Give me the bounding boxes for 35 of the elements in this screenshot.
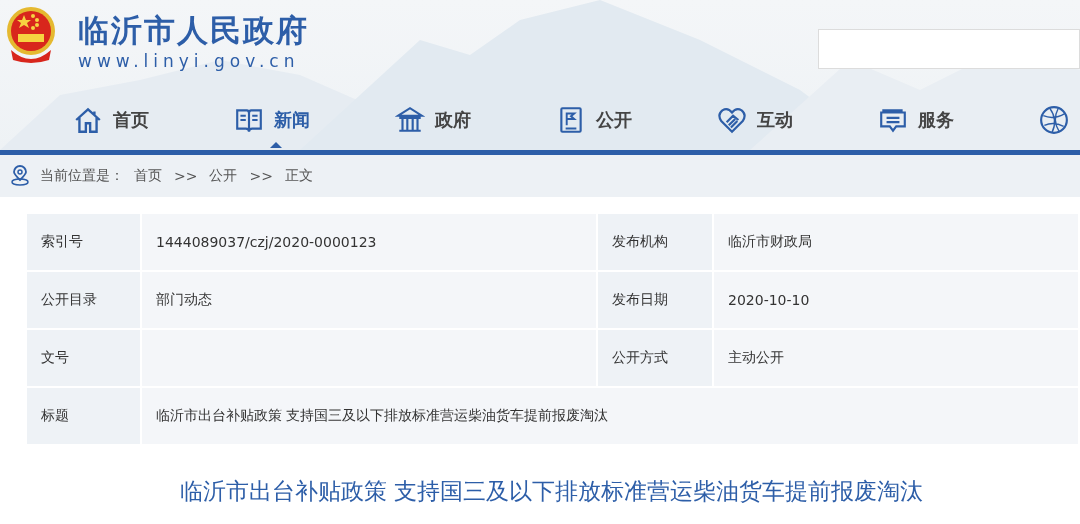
field-label: 文号 xyxy=(26,329,141,387)
nav-item[interactable]: 政府 xyxy=(395,98,471,142)
field-value: 2020-10-10 xyxy=(713,271,1079,329)
nav-item[interactable]: 新闻 xyxy=(234,98,310,142)
field-value: 临沂市财政局 xyxy=(713,213,1079,271)
nav-item[interactable]: 互动 xyxy=(717,98,793,142)
field-label: 标题 xyxy=(26,387,141,445)
field-value: 1444089037/czj/2020-0000123 xyxy=(141,213,597,271)
field-label: 公开方式 xyxy=(597,329,713,387)
article-title: 临沂市出台补贴政策 支持国三及以下排放标准营运柴油货车提前报废淘汰 xyxy=(180,477,925,506)
nav-item[interactable]: 首页 xyxy=(73,98,149,142)
breadcrumb-current: 正文 xyxy=(284,167,313,185)
nav-item[interactable]: 服务 xyxy=(878,98,954,142)
nav-item[interactable]: 公开 xyxy=(556,98,632,142)
field-label: 索引号 xyxy=(26,213,141,271)
field-label: 发布机构 xyxy=(597,213,713,271)
site-title: 临沂市人民政府 xyxy=(78,11,309,50)
field-label: 发布日期 xyxy=(597,271,713,329)
globe-icon[interactable] xyxy=(1039,105,1069,135)
breadcrumb-separator: >> xyxy=(174,168,198,184)
breadcrumb-separator: >> xyxy=(249,168,273,184)
location-icon xyxy=(10,165,30,187)
field-label: 公开目录 xyxy=(26,271,141,329)
emblem-icon xyxy=(6,6,56,64)
breadcrumb-link[interactable]: 首页 xyxy=(134,167,162,185)
breadcrumb-label: 当前位置是： xyxy=(40,167,124,185)
house-icon xyxy=(73,105,103,135)
breadcrumb-link[interactable]: 公开 xyxy=(209,167,238,185)
handshake-heart-icon xyxy=(717,105,747,135)
field-value: 部门动态 xyxy=(141,271,597,329)
field-value: 主动公开 xyxy=(713,329,1079,387)
building-icon xyxy=(395,105,425,135)
search-field[interactable] xyxy=(818,29,1080,69)
field-value: 临沂市出台补贴政策 支持国三及以下排放标准营运柴油货车提前报废淘汰 xyxy=(141,387,1079,445)
site-url: www.linyi.gov.cn xyxy=(78,50,301,72)
